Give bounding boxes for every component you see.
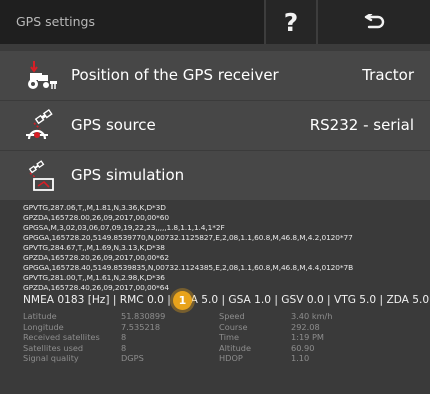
nmea-log: GPVTG,287.06,T,,M,1.81,N,3.36,K,D*3D GPZ… (23, 203, 423, 293)
tractor-receiver-icon (28, 61, 57, 89)
speed-value: 3.40 km/h (291, 311, 333, 321)
satellite-source-icon (26, 109, 53, 140)
nmea-line: GPZDA,165728.20,26,09,2017,00,00*62 (23, 253, 169, 262)
course-label: Course (219, 321, 248, 332)
latitude-label: Latitude (23, 311, 57, 321)
nmea-line: GPVTG,281.00,T,,M,1.61,N,2.98,K,D*36 (23, 273, 165, 282)
longitude-value: 7.535218 (121, 321, 161, 332)
hdop-label: HDOP (219, 353, 243, 364)
return-arrow-icon (364, 14, 385, 29)
signal-quality-value: DGPS (121, 353, 144, 364)
menu-item-receiver-position[interactable]: Position of the GPS receiver Tractor (0, 51, 430, 100)
altitude-value: 60.90 (291, 342, 315, 353)
info-labels-left: Latitude Longitude Received satellites S… (23, 311, 100, 364)
back-button[interactable] (316, 0, 430, 44)
receiver-position-label: Position of the GPS receiver (71, 66, 279, 84)
page-title: GPS settings (16, 14, 95, 29)
gps-source-label: GPS source (71, 116, 156, 134)
hdop-value: 1.10 (291, 353, 310, 364)
nmea-rates: NMEA 0183 [Hz] | RMC 0.0 | GGA 5.0 | GSA… (23, 294, 430, 306)
nmea-line: GPVTG,284.67,T,,M,1.69,N,3.13,K,D*38 (23, 243, 165, 252)
menu-item-gps-source[interactable]: GPS source RS232 - serial (0, 101, 430, 150)
callout-badge: 1 (173, 291, 192, 310)
speed-label: Speed (219, 311, 245, 321)
nmea-line: GPVTG,287.06,T,,M,1.81,N,3.36,K,D*3D (23, 203, 166, 212)
menu-item-gps-simulation[interactable]: GPS simulation (0, 151, 430, 200)
satellites-used-label: Satellites used (23, 342, 84, 353)
receiver-position-value: Tractor (362, 66, 414, 84)
gps-settings-screen: GPS settings ? Position of the GPS recei… (0, 0, 430, 394)
nmea-line: GPGGA,165728.20,5149.8539770,N,00732.112… (23, 233, 353, 242)
gps-simulation-icon (28, 160, 54, 191)
course-value: 292.08 (291, 321, 320, 332)
latitude-value: 51.830899 (121, 311, 166, 321)
time-value: 1:19 PM (291, 332, 324, 343)
received-satellites-value: 8 (121, 332, 127, 343)
nmea-line: GPZDA,165728.00,26,09,2017,00,00*60 (23, 213, 169, 222)
info-labels-right: Speed Course Time Altitude HDOP (219, 311, 251, 364)
altitude-label: Altitude (219, 342, 251, 353)
satellites-used-value: 8 (121, 342, 127, 353)
longitude-label: Longitude (23, 321, 64, 332)
help-button[interactable]: ? (264, 0, 316, 44)
nmea-line: GPGSA,M,3,02,03,06,07,09,19,22,23,,,,,1.… (23, 223, 225, 232)
gps-simulation-label: GPS simulation (71, 166, 185, 184)
signal-quality-label: Signal quality (23, 353, 79, 364)
info-values-right: 3.40 km/h 292.08 1:19 PM 60.90 1.10 (291, 311, 333, 364)
received-satellites-label: Received satellites (23, 332, 100, 343)
time-label: Time (219, 332, 240, 343)
nmea-line: GPGGA,165728.40,5149.8539835,N,00732.112… (23, 263, 354, 272)
info-values-left: 51.830899 7.535218 8 8 DGPS (121, 311, 165, 364)
gps-source-value: RS232 - serial (309, 116, 414, 134)
question-icon: ? (283, 7, 299, 37)
header-bar: GPS settings ? (0, 0, 430, 44)
